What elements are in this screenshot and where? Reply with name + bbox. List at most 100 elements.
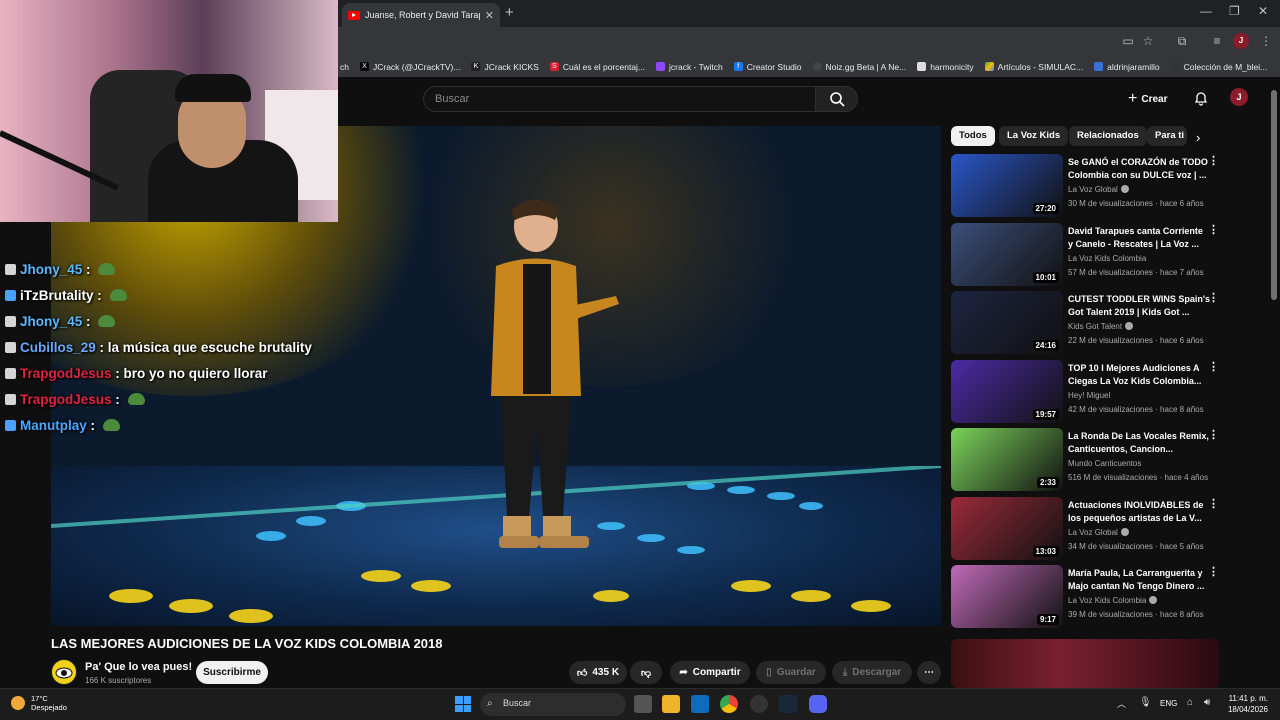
search-button[interactable] bbox=[815, 86, 858, 112]
create-button[interactable]: + Crear bbox=[1128, 90, 1167, 108]
channel-avatar[interactable] bbox=[51, 659, 77, 685]
file-explorer-icon[interactable] bbox=[662, 695, 680, 713]
channel-name[interactable]: Pa' Que lo vea pues! bbox=[85, 661, 192, 673]
recommended-channel[interactable]: Hey! Miguel bbox=[1068, 391, 1110, 400]
bookmark-item[interactable]: Artículos - SIMULAC... bbox=[984, 62, 1083, 72]
recommended-channel[interactable]: La Voz Global bbox=[1068, 185, 1129, 194]
more-options-icon[interactable]: ⋮ bbox=[1208, 428, 1219, 441]
share-button[interactable]: ➦ Compartir bbox=[670, 661, 750, 684]
more-options-icon[interactable]: ⋮ bbox=[1208, 223, 1219, 236]
bookmark-item[interactable]: Colección de M_blei... bbox=[1170, 62, 1267, 72]
extensions-icon[interactable]: ⧉ bbox=[1174, 33, 1190, 49]
bookmark-item[interactable]: S Cuál es el porcentaj... bbox=[549, 62, 645, 72]
close-tab-icon[interactable]: ✕ bbox=[485, 9, 494, 22]
dislike-button[interactable]: 👎︎ bbox=[630, 661, 662, 684]
recommended-video[interactable]: 19:57 TOP 10 l Mejores Audiciones A Ciega… bbox=[951, 359, 1221, 423]
close-window-button[interactable]: ✕ bbox=[1258, 4, 1268, 18]
microphone-icon[interactable]: 🎙︎ bbox=[1139, 697, 1152, 708]
facebook-icon: f bbox=[733, 62, 743, 71]
system-clock[interactable]: 11:41 p. m. 18/04/2026 bbox=[1224, 693, 1268, 715]
chrome-icon[interactable] bbox=[720, 695, 738, 713]
recommended-video-title[interactable]: David Tarapues canta Corriente y Canelo … bbox=[1068, 225, 1210, 251]
browser-menu-icon[interactable]: ⋮ bbox=[1258, 33, 1274, 49]
streamer-webcam bbox=[0, 0, 338, 222]
drive-icon bbox=[984, 62, 994, 71]
restore-button[interactable]: ❐ bbox=[1229, 4, 1240, 18]
more-options-icon[interactable]: ⋮ bbox=[1208, 565, 1219, 578]
new-tab-button[interactable]: + bbox=[505, 4, 514, 21]
subscribe-button[interactable]: Suscribirme bbox=[196, 661, 268, 684]
bookmark-item[interactable]: f Creator Studio bbox=[733, 62, 802, 72]
recommended-video[interactable]: 24:16 CUTEST TODDLER WINS Spain's Got Tal… bbox=[951, 291, 1221, 354]
recommended-video-title[interactable]: CUTEST TODDLER WINS Spain's Got Talent 2… bbox=[1068, 293, 1210, 319]
recommended-video[interactable]: 13:03 Actuaciones INOLVIDABLES de los peq… bbox=[951, 496, 1221, 560]
app-icon[interactable] bbox=[750, 695, 768, 713]
steam-icon[interactable] bbox=[779, 695, 797, 713]
more-options-icon[interactable]: ⋮ bbox=[1208, 154, 1219, 167]
scrollbar[interactable] bbox=[1271, 90, 1277, 300]
more-options-icon[interactable]: ⋮ bbox=[1208, 360, 1219, 373]
chat-username: Jhony_45 bbox=[20, 314, 83, 329]
video-thumbnail[interactable]: 19:57 bbox=[951, 359, 1063, 423]
more-actions-button[interactable]: ⋯ bbox=[917, 661, 941, 684]
video-thumbnail[interactable]: 27:20 bbox=[951, 154, 1063, 217]
bookmark-item[interactable]: Noiz.gg Beta | A Ne... bbox=[812, 62, 906, 72]
minimize-button[interactable]: — bbox=[1200, 4, 1212, 18]
discord-icon[interactable] bbox=[809, 695, 827, 713]
bookmark-star-icon[interactable]: ☆ bbox=[1140, 33, 1156, 49]
bookmark-item[interactable]: X JCrack (@JCrackTV)... bbox=[359, 62, 460, 72]
language-indicator[interactable]: ENG bbox=[1160, 699, 1177, 708]
recommended-video-title[interactable]: Se GANÓ el CORAZÓN de TODO Colombia con … bbox=[1068, 156, 1210, 182]
recommendation-thumbnail-partial[interactable] bbox=[951, 639, 1219, 688]
chat-message: Jhony_45 : bbox=[5, 314, 116, 329]
video-thumbnail[interactable]: 2:33 bbox=[951, 428, 1063, 491]
cast-icon[interactable]: ▭ bbox=[1120, 33, 1136, 49]
chip-para-ti[interactable]: Para ti bbox=[1147, 126, 1187, 146]
more-options-icon[interactable]: ⋮ bbox=[1208, 291, 1219, 304]
taskbar-search[interactable]: Buscar bbox=[480, 693, 626, 716]
bookmark-item[interactable]: ch bbox=[340, 62, 349, 72]
recommended-channel[interactable]: La Voz Kids Colombia bbox=[1068, 596, 1158, 605]
video-thumbnail[interactable]: 24:16 bbox=[951, 291, 1063, 354]
bookmark-item[interactable]: jcrack - Twitch bbox=[656, 62, 723, 72]
search-input[interactable]: Buscar bbox=[423, 86, 816, 112]
recommended-channel[interactable]: Kids Got Talent bbox=[1068, 322, 1134, 331]
video-thumbnail[interactable]: 10:01 bbox=[951, 222, 1063, 286]
recommended-video-title[interactable]: Actuaciones INOLVIDABLES de los pequeños… bbox=[1068, 499, 1210, 525]
recommended-video-title[interactable]: La Ronda De Las Vocales Remix, Canticuen… bbox=[1068, 430, 1210, 456]
browser-tab[interactable]: Juanse, Robert y David Tarapues ✕ bbox=[342, 3, 500, 27]
account-avatar[interactable]: J bbox=[1230, 88, 1248, 106]
recommended-video-title[interactable]: María Paula, La Carranguerita y Majo can… bbox=[1068, 567, 1210, 593]
like-button[interactable]: 👍︎ 435 K bbox=[569, 661, 627, 684]
download-button[interactable]: ⤓ Descargar bbox=[832, 661, 912, 684]
bookmark-item[interactable]: K JCrack KICKS bbox=[471, 62, 539, 72]
more-options-icon[interactable]: ⋮ bbox=[1208, 497, 1219, 510]
weather-widget[interactable]: 17°C Despejado bbox=[11, 694, 67, 712]
recommended-channel[interactable]: La Voz Global bbox=[1068, 527, 1129, 537]
network-icon[interactable]: ⌂ bbox=[1187, 697, 1193, 708]
recommended-video[interactable]: 9:17 María Paula, La Carranguerita y Majo… bbox=[951, 565, 1221, 628]
bookmark-item[interactable]: aldrinjaramillo bbox=[1094, 62, 1160, 72]
outlook-icon[interactable] bbox=[691, 695, 709, 713]
start-button[interactable] bbox=[455, 696, 471, 712]
recommended-channel[interactable]: Mundo Canticuentos bbox=[1068, 459, 1141, 468]
video-thumbnail[interactable]: 13:03 bbox=[951, 496, 1063, 560]
profile-icon[interactable]: J bbox=[1233, 33, 1249, 49]
media-controls-icon[interactable]: ≡ bbox=[1209, 33, 1225, 49]
chevron-right-icon[interactable]: › bbox=[1196, 130, 1200, 145]
chip-la-voz-kids[interactable]: La Voz Kids bbox=[999, 126, 1069, 146]
recommended-video[interactable]: 27:20 Se GANÓ el CORAZÓN de TODO Colombia… bbox=[951, 154, 1221, 217]
show-hidden-icons[interactable]: ︿ bbox=[1117, 697, 1126, 710]
video-thumbnail[interactable]: 9:17 bbox=[951, 565, 1063, 628]
recommended-channel[interactable]: La Voz Kids Colombia bbox=[1068, 254, 1146, 263]
recommended-video[interactable]: 2:33 La Ronda De Las Vocales Remix, Canti… bbox=[951, 428, 1221, 491]
recommended-video[interactable]: 10:01 David Tarapues canta Corriente y Ca… bbox=[951, 222, 1221, 286]
chip-todos[interactable]: Todos bbox=[951, 126, 995, 146]
volume-icon[interactable]: 🔊︎ bbox=[1204, 697, 1210, 708]
bookmark-item[interactable]: harmonicity bbox=[917, 62, 974, 72]
recommended-video-title[interactable]: TOP 10 l Mejores Audiciones A Ciegas La … bbox=[1068, 362, 1210, 388]
task-view-icon[interactable] bbox=[634, 695, 652, 713]
chip-relacionados[interactable]: Relacionados bbox=[1069, 126, 1147, 146]
save-button[interactable]: ▯ Guardar bbox=[756, 661, 826, 684]
notifications-bell-icon[interactable] bbox=[1193, 90, 1209, 106]
